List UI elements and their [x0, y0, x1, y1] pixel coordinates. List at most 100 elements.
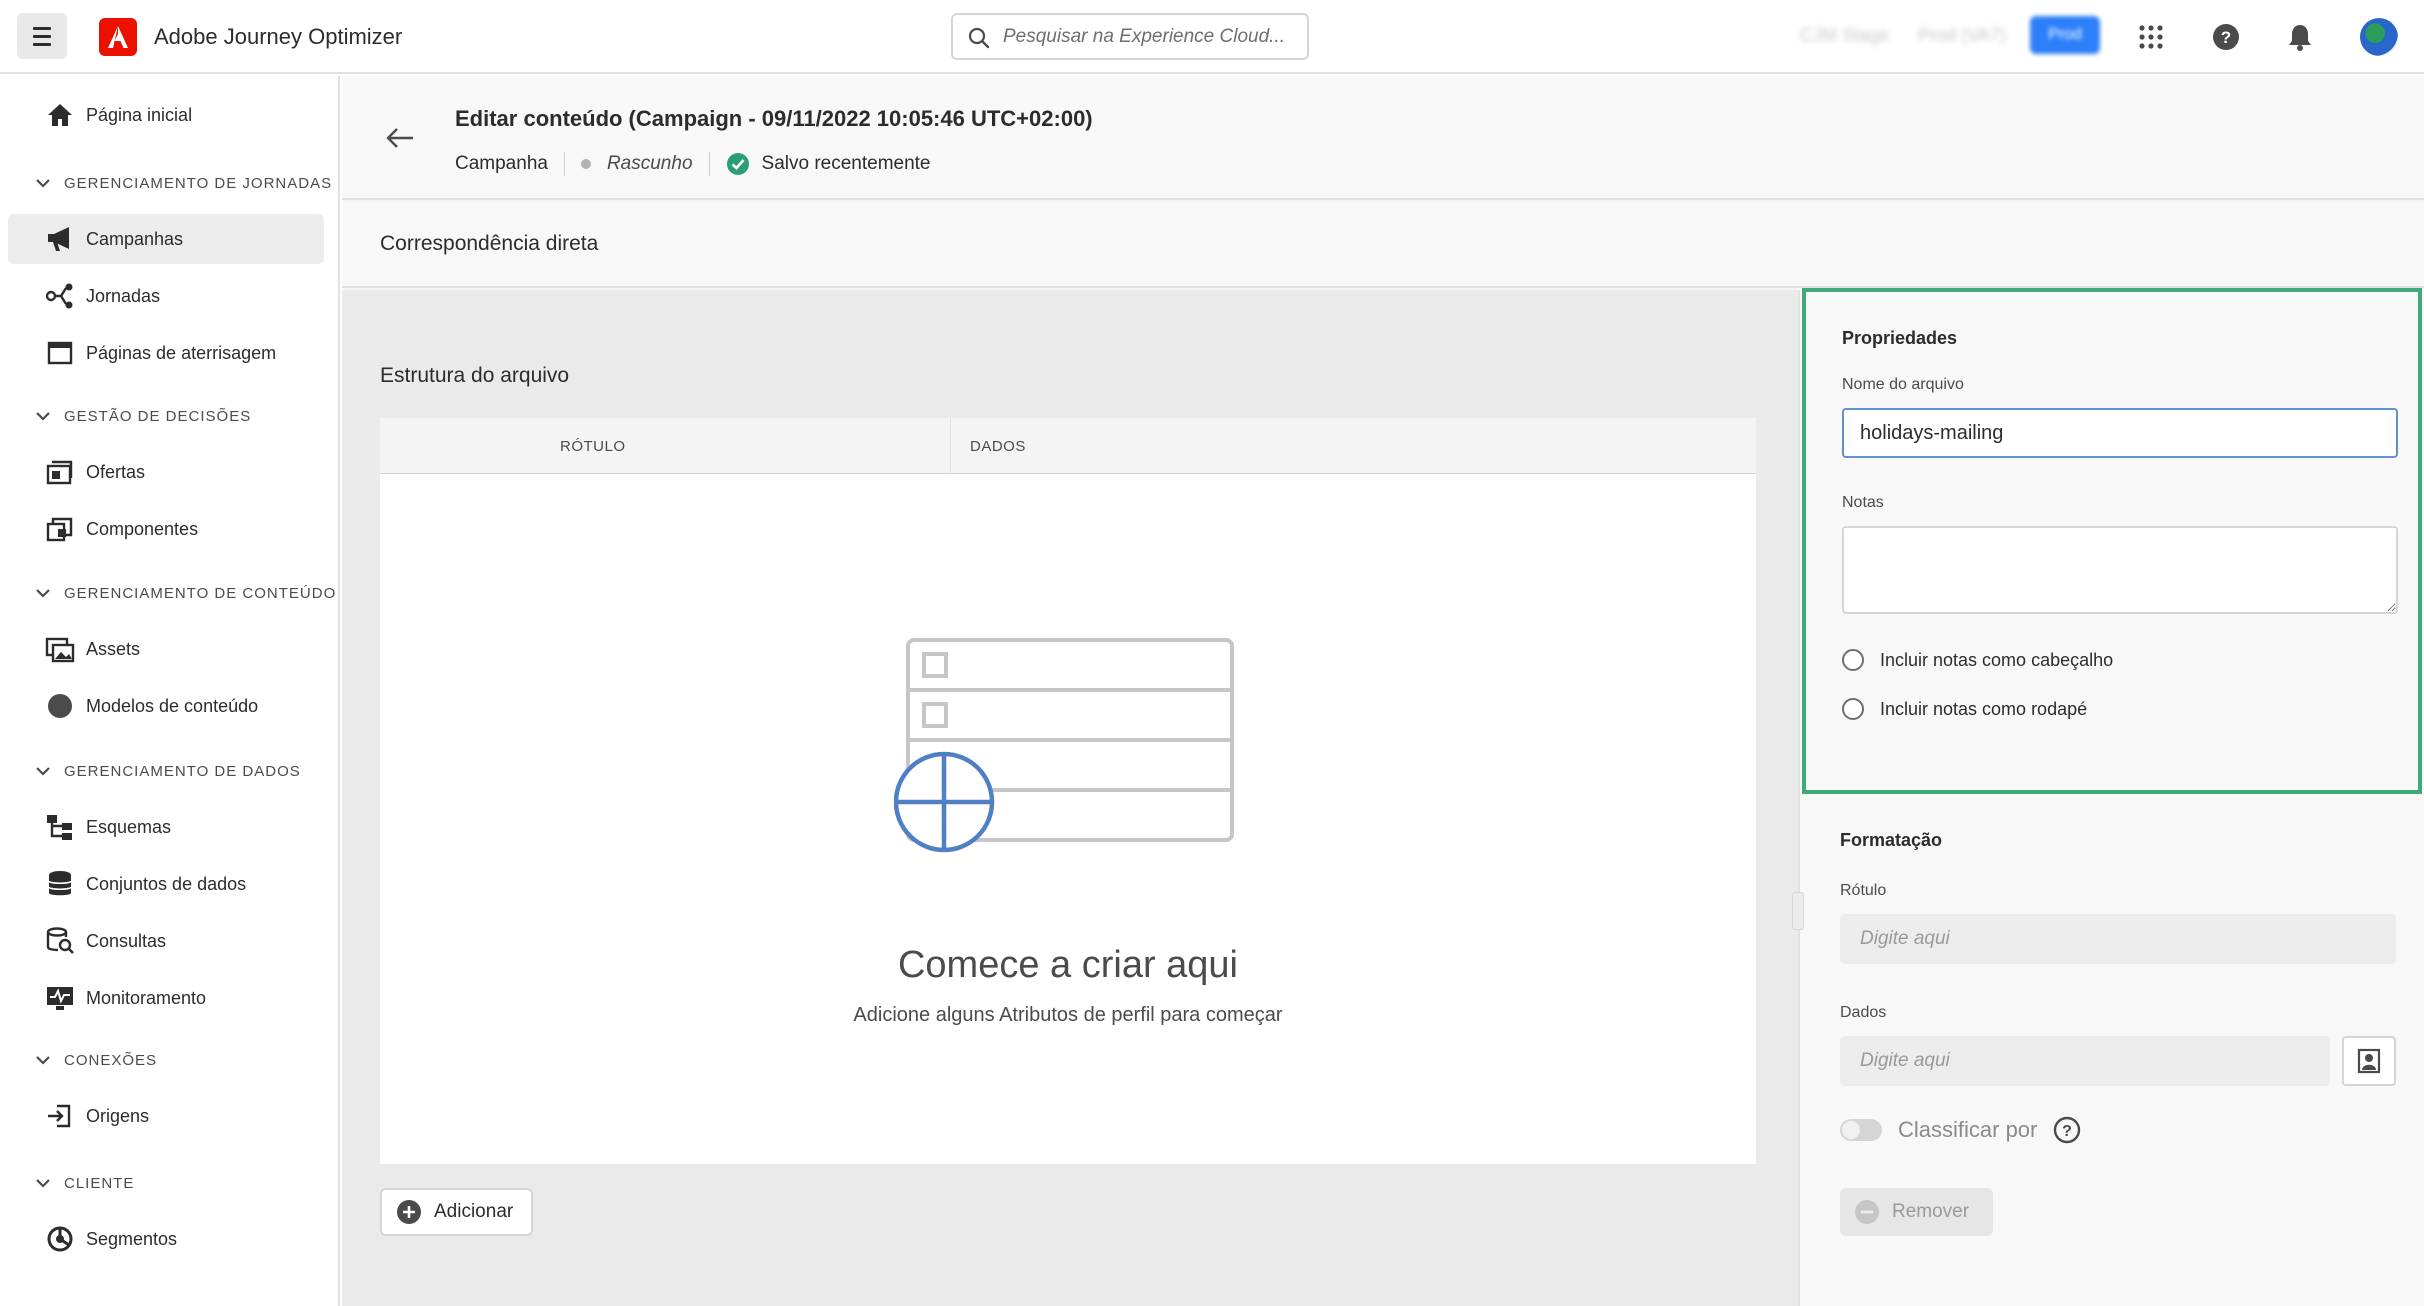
arrow-left-icon	[386, 128, 413, 148]
empty-state-subtitle: Adicione alguns Atributos de perfil para…	[853, 1004, 1283, 1026]
status-dot-icon	[580, 159, 591, 169]
profile-attribute-icon	[2357, 1048, 2381, 1074]
formatting-title: Formatação	[1840, 830, 1943, 850]
user-avatar[interactable]	[2360, 18, 2398, 56]
properties-section: Propriedades Nome do arquivo Notas Inclu…	[1802, 288, 2422, 794]
search-box[interactable]	[951, 13, 1309, 60]
offer-icon	[44, 456, 76, 488]
checkmark-circle-icon	[726, 153, 749, 175]
status-badge: Rascunho	[606, 153, 693, 174]
nav-content-templates[interactable]: Modelos de conteúdo	[8, 681, 324, 731]
home-icon	[44, 99, 76, 131]
monitoring-icon	[44, 982, 76, 1014]
chevron-down-icon	[32, 1049, 54, 1071]
nav-assets[interactable]: Assets	[8, 624, 324, 674]
empty-table-illustration-icon	[894, 638, 1234, 853]
org-switcher[interactable]: CJM Stage	[1800, 25, 1889, 46]
top-bar: Adobe Journey Optimizer CJM Stage Prod (…	[0, 0, 2424, 74]
nav-section-journeys[interactable]: GERENCIAMENTO DE JORNADAS	[32, 168, 332, 198]
page-title: Editar conteúdo (Campaign - 09/11/2022 1…	[455, 106, 1093, 131]
svg-text:?: ?	[2062, 1123, 2072, 1140]
nav-monitoring[interactable]: Monitoramento	[8, 973, 324, 1023]
nav-home[interactable]: Página inicial	[8, 90, 324, 140]
radio-button[interactable]	[1842, 649, 1864, 671]
notifications-bell-icon[interactable]	[2282, 19, 2318, 55]
assets-icon	[44, 633, 76, 665]
hamburger-icon	[33, 26, 51, 30]
nav-section-data[interactable]: GERENCIAMENTO DE DADOS	[32, 756, 301, 786]
channel-title: Correspondência direta	[380, 232, 599, 255]
filename-label: Nome do arquivo	[1842, 376, 1964, 393]
apps-grid-icon[interactable]	[2133, 19, 2169, 55]
adobe-logo	[99, 18, 137, 56]
label-input[interactable]	[1840, 914, 2396, 964]
empty-state-title: Comece a criar aqui	[897, 944, 1239, 986]
search-input[interactable]	[1003, 24, 1293, 50]
template-icon	[44, 690, 76, 722]
nav-section-connections[interactable]: CONEXÕES	[32, 1045, 157, 1075]
nav-components[interactable]: Componentes	[8, 504, 324, 554]
remove-circle-icon	[1855, 1200, 1879, 1224]
chevron-down-icon	[32, 1172, 54, 1194]
left-navigation: Página inicial GERENCIAMENTO DE JORNADAS…	[0, 76, 340, 1306]
schema-icon	[44, 811, 76, 843]
table-header: RÓTULO DADOS	[380, 418, 1756, 474]
chevron-down-icon	[32, 405, 54, 427]
nav-schemas[interactable]: Esquemas	[8, 802, 324, 852]
sources-icon	[44, 1100, 76, 1132]
landing-page-icon	[44, 337, 76, 369]
back-button[interactable]	[382, 120, 418, 156]
nav-section-content[interactable]: GERENCIAMENTO DE CONTEÚDO	[32, 578, 336, 608]
section-title: Estrutura do arquivo	[380, 364, 570, 387]
radio-notes-header[interactable]: Incluir notas como cabeçalho	[1842, 649, 2113, 671]
search-icon	[968, 27, 990, 49]
environment-badge[interactable]: Prod	[2030, 16, 2100, 54]
properties-panel: Propriedades Nome do arquivo Notas Inclu…	[1792, 288, 2424, 1306]
sandbox-switcher[interactable]: Prod (VA7)	[1918, 25, 2006, 46]
nav-sources[interactable]: Origens	[8, 1091, 324, 1141]
add-button[interactable]: Adicionar	[380, 1188, 534, 1236]
add-circle-icon	[397, 1200, 421, 1224]
nav-journeys[interactable]: Jornadas	[8, 271, 324, 321]
help-icon[interactable]: ?	[2053, 1116, 2081, 1144]
nav-landing-pages[interactable]: Páginas de aterrisagem	[8, 328, 324, 378]
menu-toggle-button[interactable]	[17, 13, 67, 59]
chevron-down-icon	[32, 582, 54, 604]
nav-section-customer[interactable]: CLIENTE	[32, 1168, 134, 1198]
nav-queries[interactable]: Consultas	[8, 916, 324, 966]
sort-label: Classificar por	[1898, 1117, 2038, 1142]
chevron-down-icon	[32, 172, 54, 194]
column-header-data: DADOS	[970, 438, 1026, 455]
file-structure-canvas: Estrutura do arquivo RÓTULO DADOS Comece…	[342, 290, 1798, 1306]
content-type: Campanha	[455, 153, 548, 174]
table-body: Comece a criar aqui Adicione alguns Atri…	[380, 474, 1756, 1164]
chevron-down-icon	[32, 760, 54, 782]
column-header-label: RÓTULO	[560, 438, 626, 455]
data-input[interactable]	[1840, 1036, 2330, 1086]
sort-toggle-row[interactable]: Classificar por ?	[1840, 1116, 2081, 1144]
megaphone-icon	[44, 223, 76, 255]
remove-button[interactable]: Remover	[1840, 1188, 1994, 1236]
save-status: Salvo recentemente	[761, 153, 931, 174]
notes-textarea[interactable]	[1842, 526, 2398, 614]
notes-label: Notas	[1842, 494, 1884, 511]
panel-resize-handle[interactable]	[1792, 892, 1804, 930]
nav-segments[interactable]: Segmentos	[8, 1214, 324, 1264]
nav-datasets[interactable]: Conjuntos de dados	[8, 859, 324, 909]
radio-notes-footer[interactable]: Incluir notas como rodapé	[1842, 698, 2087, 720]
nav-offers[interactable]: Ofertas	[8, 447, 324, 497]
attribute-picker-button[interactable]	[2342, 1036, 2396, 1086]
help-icon[interactable]: ?	[2208, 19, 2244, 55]
nav-section-decisions[interactable]: GESTÃO DE DECISÕES	[32, 401, 251, 431]
page-header: Editar conteúdo (Campaign - 09/11/2022 1…	[342, 76, 2424, 200]
segments-icon	[44, 1223, 76, 1255]
app-title[interactable]: Adobe Journey Optimizer	[154, 24, 402, 50]
page-meta: Campanha Rascunho Salvo recentemente	[455, 152, 931, 176]
radio-button[interactable]	[1842, 698, 1864, 720]
journey-icon	[44, 280, 76, 312]
filename-input[interactable]	[1842, 408, 2398, 458]
main-content: Editar conteúdo (Campaign - 09/11/2022 1…	[342, 76, 2424, 1306]
sort-toggle[interactable]	[1840, 1119, 1882, 1141]
nav-campaigns[interactable]: Campanhas	[8, 214, 324, 264]
svg-text:?: ?	[2221, 28, 2231, 47]
